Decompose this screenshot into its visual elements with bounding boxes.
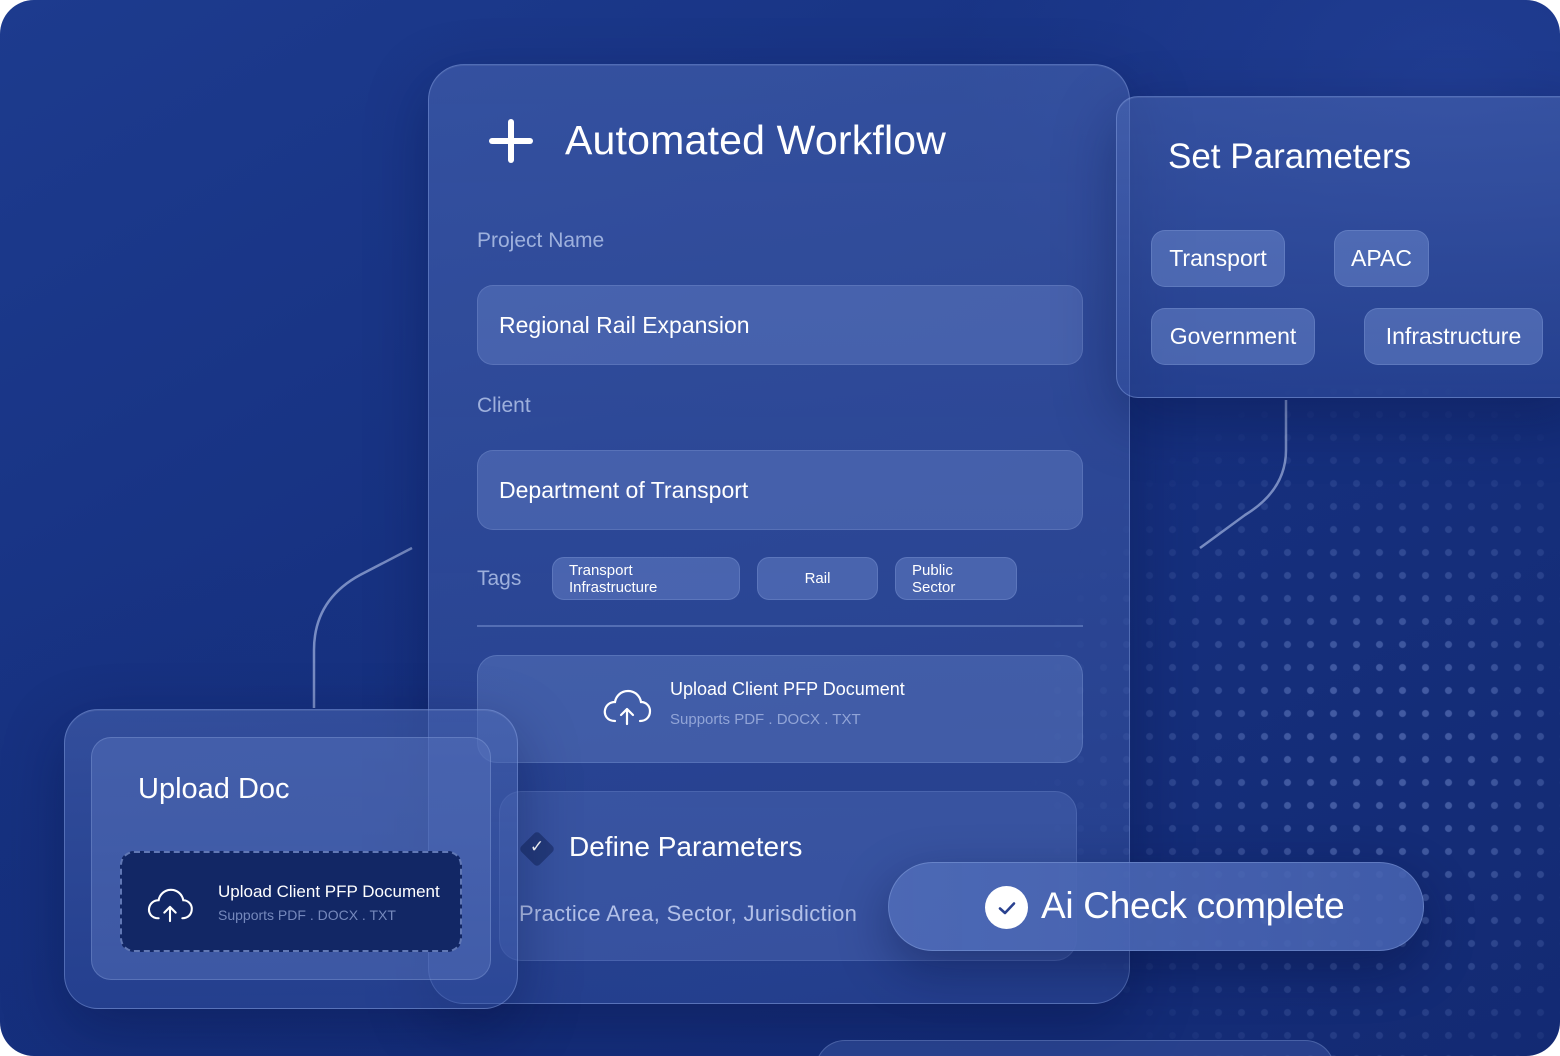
parameter-chip-government[interactable]: Government (1151, 308, 1315, 365)
plus-icon[interactable] (489, 118, 533, 163)
cloud-upload-icon (147, 888, 193, 923)
tag-chip[interactable]: Public Sector (895, 557, 1017, 600)
parameter-chip-apac[interactable]: APAC (1334, 230, 1429, 287)
check-icon: ✓ (529, 837, 545, 856)
project-name-field[interactable]: Regional Rail Expansion (477, 285, 1083, 365)
upload-subtitle: Supports PDF . DOCX . TXT (670, 711, 861, 728)
define-parameters-subtitle: Practice Area, Sector, Jurisdiction (519, 901, 858, 926)
upload-doc-card: Upload Doc Upload Client PFP Document Su… (91, 737, 491, 980)
check-icon (998, 901, 1015, 914)
set-parameters-panel: Set Parameters Transport APAC Government… (1116, 96, 1560, 398)
upload-doc-title: Upload Doc (138, 773, 290, 805)
client-field[interactable]: Department of Transport (477, 450, 1083, 530)
workflow-title: Automated Workflow (565, 117, 947, 163)
check-circle-icon (985, 886, 1028, 929)
parameters-title: Set Parameters (1168, 137, 1412, 176)
tags-row: Tags Transport Infrastructure Rail Publi… (477, 557, 1034, 600)
cloud-upload-icon (603, 689, 652, 726)
upload-title: Upload Client PFP Document (670, 679, 905, 699)
client-label: Client (477, 394, 531, 417)
tags-label: Tags (477, 566, 522, 590)
partial-card-edge (815, 1040, 1335, 1056)
project-name-label: Project Name (477, 229, 605, 252)
drop-zone-subtitle: Supports PDF . DOCX . TXT (218, 907, 396, 923)
ai-check-status-text: Ai Check complete (1041, 885, 1345, 926)
parameter-chip-transport[interactable]: Transport (1151, 230, 1285, 287)
tag-chip[interactable]: Rail (757, 557, 878, 600)
tag-chip[interactable]: Transport Infrastructure (552, 557, 740, 600)
upload-document-card[interactable]: Upload Client PFP Document Supports PDF … (477, 655, 1083, 763)
drop-zone-title: Upload Client PFP Document (218, 882, 440, 901)
parameter-chip-infrastructure[interactable]: Infrastructure (1364, 308, 1543, 365)
workflow-header: Automated Workflow (489, 117, 946, 164)
app-canvas: Automated Workflow Project Name Regional… (0, 0, 1560, 1056)
define-parameters-title: Define Parameters (569, 831, 803, 862)
upload-doc-panel: Upload Doc Upload Client PFP Document Su… (64, 709, 518, 1009)
ai-check-status-pill: Ai Check complete (888, 862, 1424, 951)
upload-drop-zone[interactable]: Upload Client PFP Document Supports PDF … (120, 851, 462, 952)
divider (477, 625, 1083, 627)
